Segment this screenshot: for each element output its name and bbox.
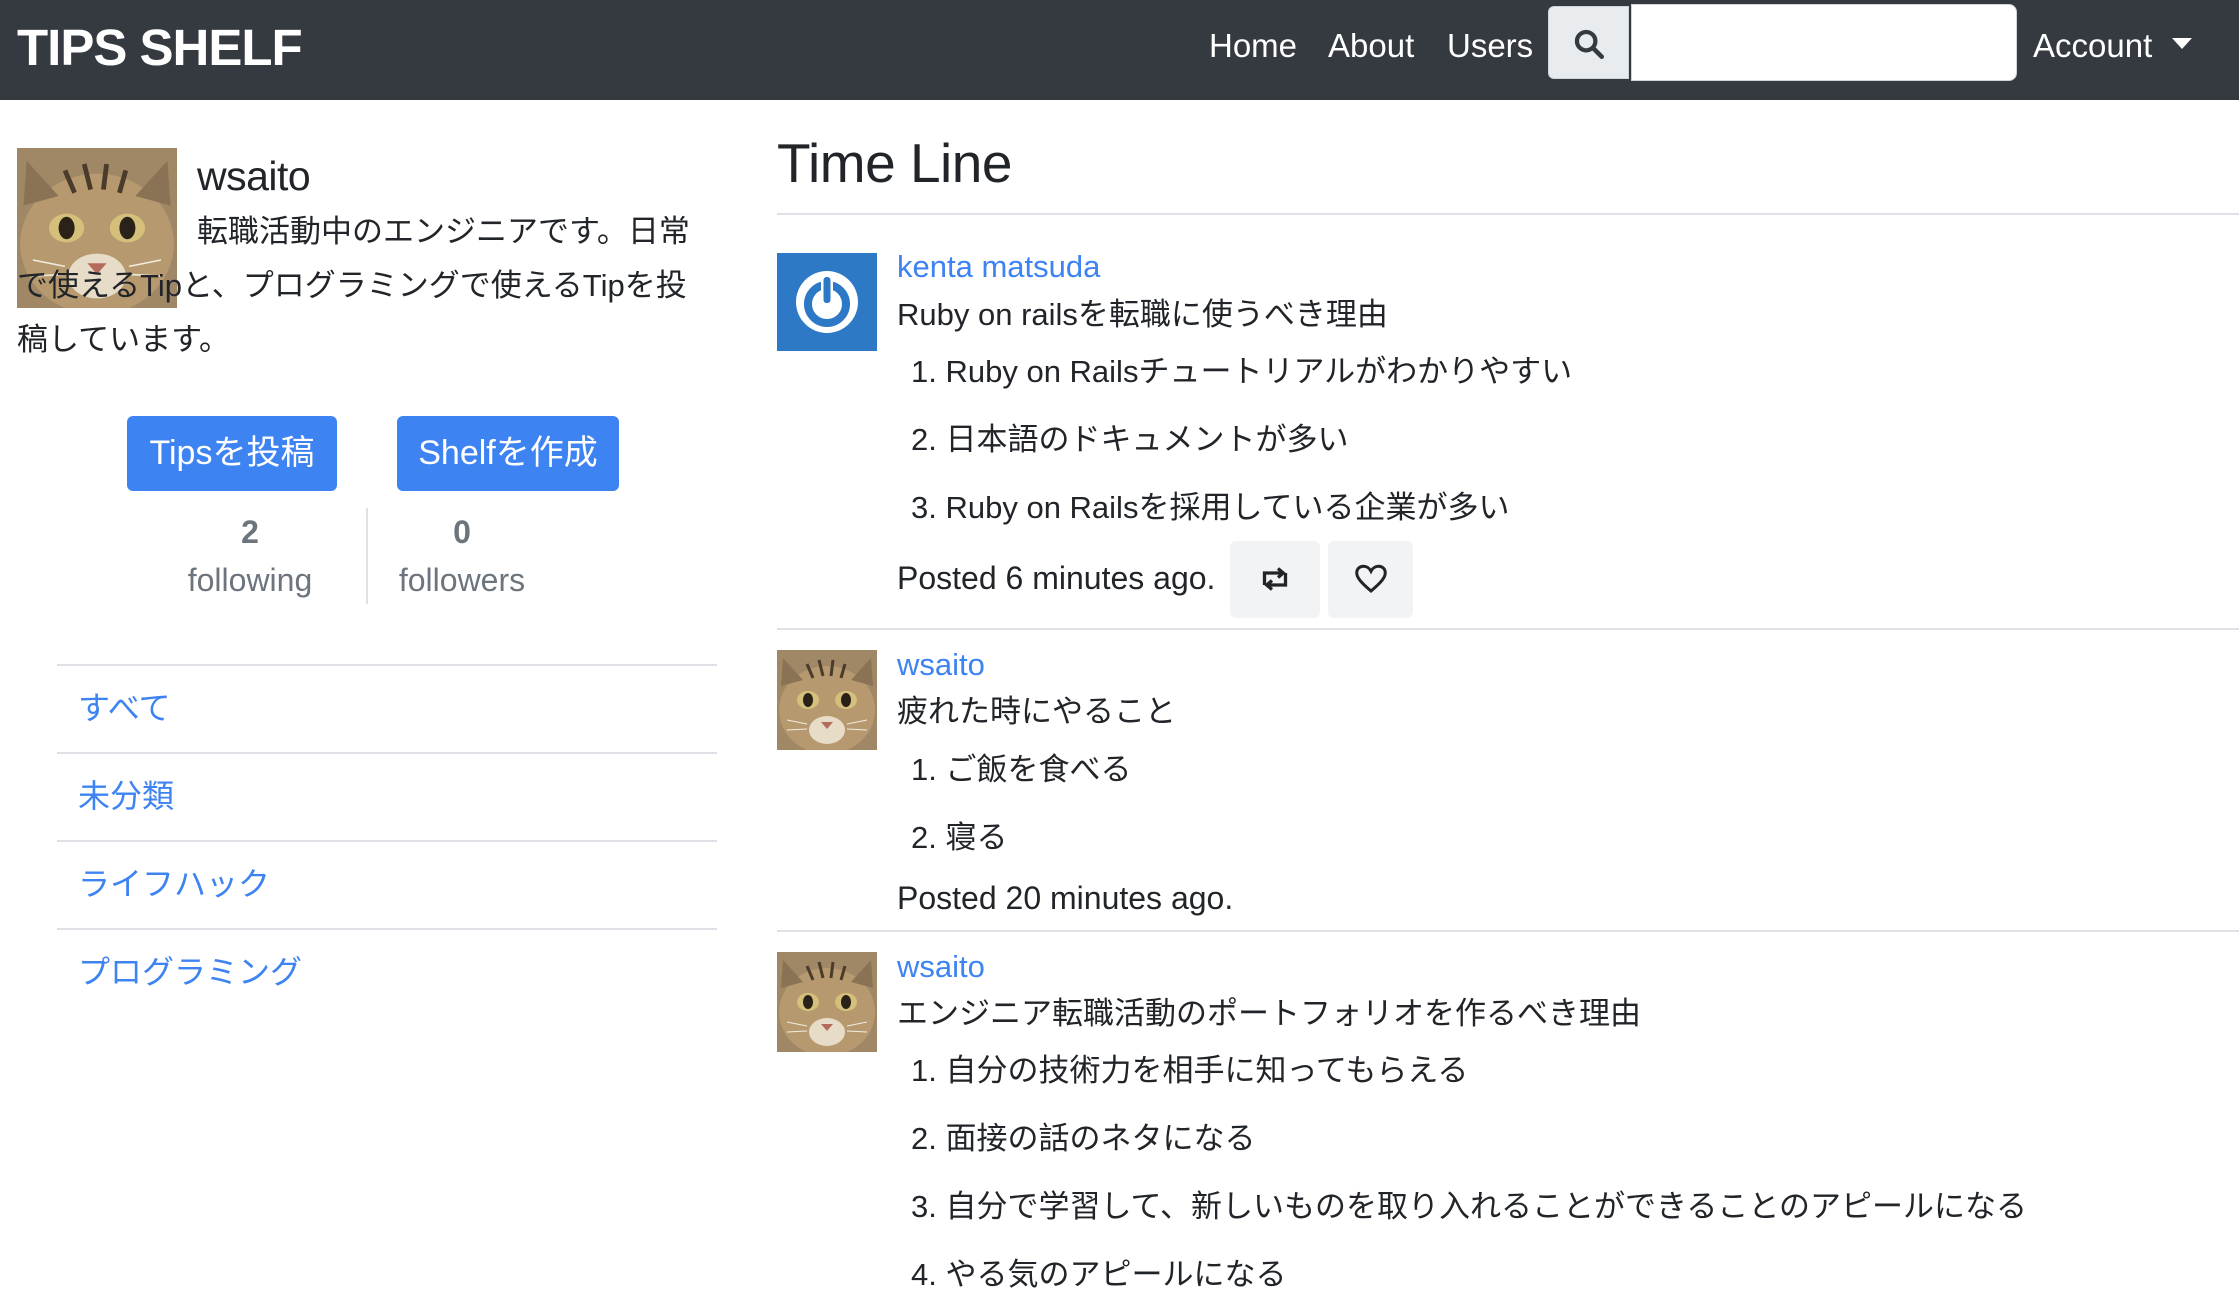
heart-icon <box>1355 564 1387 593</box>
followers-label[interactable]: followers <box>382 560 542 600</box>
profile-bio: 転職活動中のエンジニアです。日常で使えるTipと、プログラミングで使えるTipを… <box>17 214 690 357</box>
stats-divider <box>366 508 368 604</box>
retweet-icon <box>1262 567 1288 591</box>
divider <box>777 213 2239 215</box>
post-list-item: 1. Ruby on Railsチュートリアルがわかりやすい <box>911 354 1573 389</box>
post-timestamp: Posted 6 minutes ago. <box>897 560 1216 596</box>
post-list-item: 3. 自分で学習して、新しいものを取り入れることができることのアピールになる <box>911 1189 2028 1224</box>
post-list-item: 2. 寝る <box>911 820 1008 855</box>
post-avatar[interactable] <box>777 650 877 750</box>
post-timestamp: Posted 20 minutes ago. <box>897 880 1234 916</box>
create-shelf-button[interactable]: Shelfを作成 <box>397 416 619 491</box>
retweet-button[interactable] <box>1230 541 1320 618</box>
post-author[interactable]: wsaito <box>897 645 985 685</box>
chevron-down-icon[interactable] <box>2172 38 2192 49</box>
post-author[interactable]: wsaito <box>897 947 985 987</box>
followers-count[interactable]: 0 <box>382 512 542 552</box>
post-list-item: 3. Ruby on Railsを採用している企業が多い <box>911 490 1510 525</box>
category-programming[interactable]: プログラミング <box>57 928 717 1016</box>
nav-link-about[interactable]: About <box>1328 26 1414 66</box>
power-icon <box>796 271 858 333</box>
post-title: エンジニア転職活動のポートフォリオを作るべき理由 <box>897 996 1641 1031</box>
search-button[interactable] <box>1548 6 1629 79</box>
divider <box>777 930 2239 932</box>
following-count[interactable]: 2 <box>150 512 350 552</box>
post-list-item: 4. やる気のアピールになる <box>911 1257 1287 1292</box>
search-icon <box>1574 29 1605 60</box>
like-button[interactable] <box>1328 541 1413 618</box>
post-title: 疲れた時にやること <box>897 694 1176 729</box>
post-title: Ruby on railsを転職に使うべき理由 <box>897 297 1388 332</box>
timeline-title: Time Line <box>777 132 1012 194</box>
post-avatar[interactable] <box>777 952 877 1052</box>
post-list-item: 2. 面接の話のネタになる <box>911 1121 1256 1156</box>
search-input[interactable] <box>1631 4 2017 81</box>
category-lifehack[interactable]: ライフハック <box>57 840 717 928</box>
divider <box>777 628 2239 630</box>
post-list-item: 1. 自分の技術力を相手に知ってもらえる <box>911 1053 1469 1088</box>
following-label[interactable]: following <box>150 560 350 600</box>
post-tip-button[interactable]: Tipsを投稿 <box>127 416 337 491</box>
category-uncategorized[interactable]: 未分類 <box>57 752 717 840</box>
nav-link-users[interactable]: Users <box>1447 26 1533 66</box>
post-avatar[interactable] <box>777 253 877 351</box>
post-list-item: 1. ご飯を食べる <box>911 752 1132 787</box>
top-navbar: TIPS SHELF Home About Users Account <box>0 0 2239 100</box>
account-dropdown[interactable]: Account <box>2033 26 2152 66</box>
brand-logo[interactable]: TIPS SHELF <box>17 18 303 78</box>
post-list-item: 2. 日本語のドキュメントが多い <box>911 422 1349 457</box>
nav-link-home[interactable]: Home <box>1209 26 1297 66</box>
post-author[interactable]: kenta matsuda <box>897 247 1100 287</box>
profile-name: wsaito <box>197 153 311 199</box>
category-list: すべて 未分類 ライフハック プログラミング <box>57 664 717 1016</box>
category-all[interactable]: すべて <box>57 664 717 752</box>
